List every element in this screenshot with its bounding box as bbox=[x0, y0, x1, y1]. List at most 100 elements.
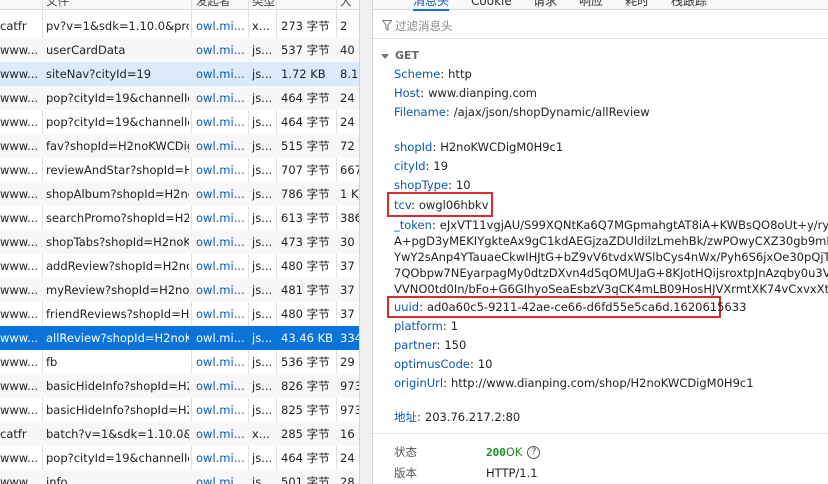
request-details-panel: 消息头 Cookie 请求 响应 耗时 栈跟踪 GET Scheme:http … bbox=[373, 0, 828, 484]
column-header-type[interactable]: 类型 bbox=[252, 0, 275, 9]
param-cityid: cityId: 19 bbox=[394, 159, 449, 173]
status-code: 200 bbox=[486, 446, 506, 459]
request-file: fb bbox=[46, 355, 58, 369]
request-domain: catfr bbox=[0, 427, 27, 441]
request-size: 825 字节 bbox=[281, 403, 330, 417]
tab-response[interactable]: 响应 bbox=[579, 0, 603, 9]
request-initiator: owl.mi... bbox=[196, 355, 245, 369]
request-row[interactable]: www... fb owl.mi... js... 536 字节 29 bbox=[0, 350, 359, 374]
filter-bar bbox=[373, 14, 828, 39]
request-type: x... bbox=[252, 427, 270, 441]
param-shopid: shopId: H2noKWCDigM0H9c1 bbox=[394, 140, 564, 154]
request-rows: catfr pv?v=1&sdk=1.10.0&project owl.mi... x… bbox=[0, 14, 359, 484]
request-row[interactable]: www... pop?cityId=19&channelId= owl.mi... j… bbox=[0, 446, 359, 470]
details-tabs: 消息头 Cookie 请求 响应 耗时 栈跟踪 bbox=[373, 0, 828, 11]
request-domain: www... bbox=[0, 211, 38, 225]
request-row[interactable]: www... myReview?shopId=H2noKW owl.mi... js.… bbox=[0, 278, 359, 302]
request-method: GET bbox=[395, 49, 420, 62]
tab-request[interactable]: 请求 bbox=[533, 0, 557, 9]
tab-timings[interactable]: 耗时 bbox=[625, 0, 649, 9]
request-type: js... bbox=[252, 475, 272, 484]
request-domain: www... bbox=[0, 187, 38, 201]
column-header-transferred[interactable]: 大 bbox=[340, 0, 352, 9]
column-header-file[interactable]: 文件 bbox=[46, 0, 69, 9]
request-initiator: owl.mi... bbox=[196, 19, 245, 33]
tab-headers[interactable]: 消息头 bbox=[413, 0, 450, 11]
status-row: 状态 bbox=[394, 445, 417, 459]
request-extra: 30 bbox=[340, 235, 355, 249]
filename-row: Filename:/ajax/json/shopDynamic/allRevie… bbox=[394, 105, 650, 119]
request-file: pop?cityId=19&channelId= bbox=[46, 91, 189, 105]
request-size: 515 字节 bbox=[281, 139, 330, 153]
request-initiator: owl.mi... bbox=[196, 67, 245, 81]
request-extra: 28 bbox=[340, 475, 355, 484]
request-extra: 2 bbox=[340, 19, 348, 33]
column-header-initiator[interactable]: 发起者 bbox=[196, 0, 231, 9]
request-initiator: owl.mi... bbox=[196, 187, 245, 201]
request-row[interactable]: www... searchPromo?shopId=H2no owl.mi... js… bbox=[0, 206, 359, 230]
request-extra: 24 bbox=[340, 91, 355, 105]
request-row[interactable]: www... friendReviews?shopId=H2n owl.mi... j… bbox=[0, 302, 359, 326]
get-section-header[interactable]: GET bbox=[381, 49, 419, 62]
request-size: 464 字节 bbox=[281, 115, 330, 129]
request-size: 536 字节 bbox=[281, 355, 330, 369]
param-platform: platform: 1 bbox=[394, 319, 459, 333]
filter-icon bbox=[382, 20, 392, 31]
request-initiator: owl.mi... bbox=[196, 91, 245, 105]
request-row[interactable]: www... allReview?shopId=H2noKW owl.mi... js… bbox=[0, 326, 359, 350]
request-row[interactable]: www... shopTabs?shopId=H2noKW owl.mi... js.… bbox=[0, 230, 359, 254]
request-file: info bbox=[46, 475, 68, 484]
request-row[interactable]: www... addReview?shopId=H2noK owl.mi... js.… bbox=[0, 254, 359, 278]
tab-cookies[interactable]: Cookie bbox=[471, 0, 512, 9]
request-row[interactable]: catfr pv?v=1&sdk=1.10.0&project owl.mi... x… bbox=[0, 14, 359, 38]
request-initiator: owl.mi... bbox=[196, 283, 245, 297]
request-row[interactable]: www... basicHideInfo?shopId=H2n owl.mi... j… bbox=[0, 398, 359, 422]
request-type: js... bbox=[252, 259, 272, 273]
request-type: js... bbox=[252, 403, 272, 417]
request-extra: 24 bbox=[340, 451, 355, 465]
param-uuid: uuid: ad0a60c5-9211-42ae-ce66-d6fd55e5ca6… bbox=[394, 300, 747, 314]
request-size: 537 字节 bbox=[281, 43, 330, 57]
request-extra: 334 bbox=[340, 331, 359, 345]
request-file: reviewAndStar?shopId=H2n bbox=[46, 163, 189, 177]
request-size: 707 字节 bbox=[281, 163, 330, 177]
request-row[interactable]: www... fav?shopId=H2noKWCDigM owl.mi... js.… bbox=[0, 134, 359, 158]
request-domain: www... bbox=[0, 475, 38, 484]
filter-headers-input[interactable] bbox=[395, 17, 815, 35]
request-domain: www... bbox=[0, 259, 38, 273]
request-file: fav?shopId=H2noKWCDigM bbox=[46, 139, 189, 153]
request-extra: 72 bbox=[340, 139, 355, 153]
request-extra: 37 bbox=[340, 307, 355, 321]
request-initiator: owl.mi... bbox=[196, 475, 245, 484]
request-row[interactable]: www... pop?cityId=19&channelId= owl.mi... j… bbox=[0, 86, 359, 110]
section-divider bbox=[373, 433, 828, 434]
panel-splitter[interactable] bbox=[359, 0, 373, 484]
request-file: pv?v=1&sdk=1.10.0&project bbox=[46, 19, 189, 33]
collapse-triangle-icon bbox=[381, 53, 389, 59]
tab-stack-trace[interactable]: 栈跟踪 bbox=[671, 0, 707, 9]
request-row[interactable]: www... shopAlbum?shopId=H2noK owl.mi... js.… bbox=[0, 182, 359, 206]
param-token-line-4: 7QObpw7NEyarpagMy0dtzDXvn4d5qOMUJaG+8KJo… bbox=[394, 266, 828, 280]
request-initiator: owl.mi... bbox=[196, 427, 245, 441]
request-row[interactable]: catfr batch?v=1&sdk=1.10.0&pa owl.mi... x..… bbox=[0, 422, 359, 446]
request-row[interactable]: www... pop?cityId=19&channelId= owl.mi... j… bbox=[0, 110, 359, 134]
help-circle-icon[interactable]: ? bbox=[527, 446, 541, 459]
request-initiator: owl.mi... bbox=[196, 451, 245, 465]
request-initiator: owl.mi... bbox=[196, 115, 245, 129]
request-size: 501 字节 bbox=[281, 475, 330, 484]
request-row[interactable]: www... reviewAndStar?shopId=H2n owl.mi... j… bbox=[0, 158, 359, 182]
request-file: shopAlbum?shopId=H2noK bbox=[46, 187, 189, 201]
request-row[interactable]: www... basicHideInfo?shopId=H2n owl.mi... j… bbox=[0, 374, 359, 398]
request-row[interactable]: www... userCardData owl.mi... js... 537 字节 40 bbox=[0, 38, 359, 62]
request-size: 273 字节 bbox=[281, 19, 330, 33]
request-initiator: owl.mi... bbox=[196, 331, 245, 345]
request-row[interactable]: www... info owl.mi... js... 501 字节 28 bbox=[0, 470, 359, 484]
request-size: 285 字节 bbox=[281, 427, 330, 441]
request-domain: www... bbox=[0, 235, 38, 249]
request-row[interactable]: www... siteNav?cityId=19 owl.mi... js... 1.7… bbox=[0, 62, 359, 86]
request-file: friendReviews?shopId=H2n bbox=[46, 307, 189, 321]
request-file: userCardData bbox=[46, 43, 126, 57]
request-type: js... bbox=[252, 355, 272, 369]
request-type: js... bbox=[252, 139, 272, 153]
request-initiator: owl.mi... bbox=[196, 235, 245, 249]
